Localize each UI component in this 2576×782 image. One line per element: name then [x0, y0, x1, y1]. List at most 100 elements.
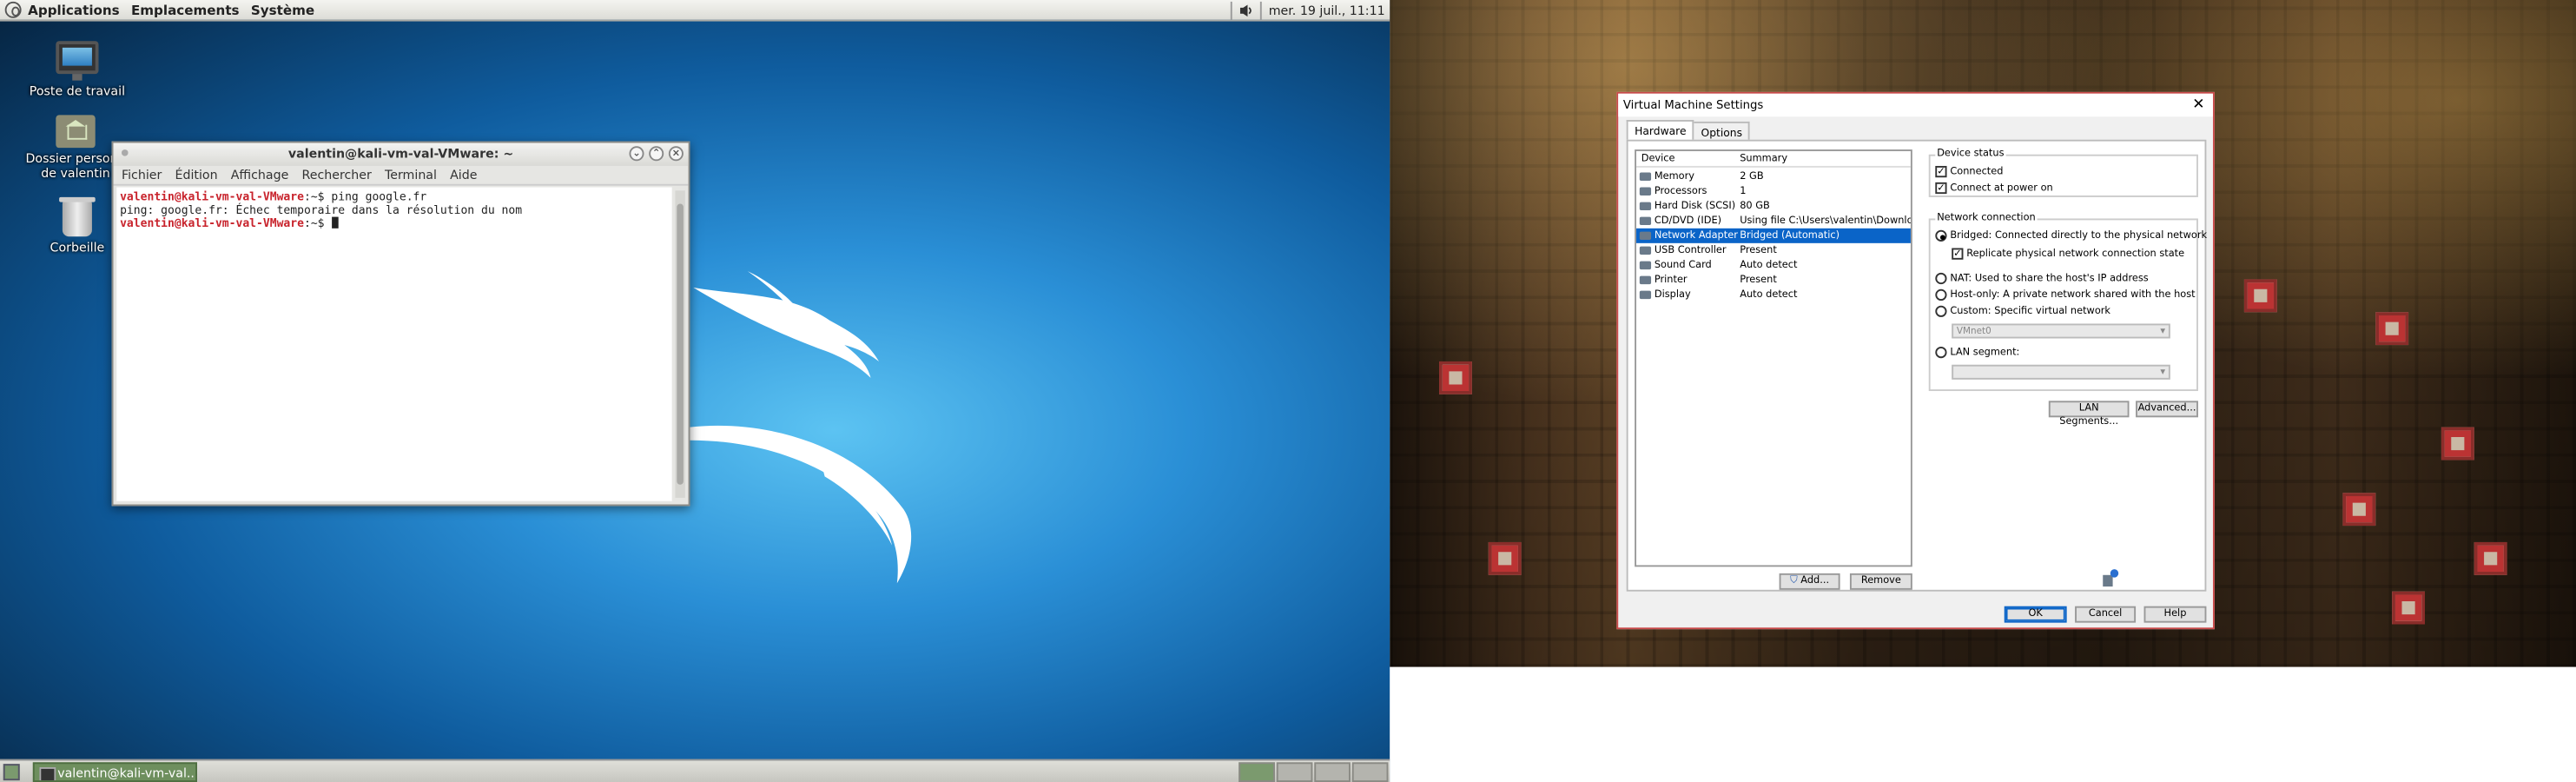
kali-logo-icon[interactable] [4, 1, 22, 18]
device-row-sound-card[interactable]: Sound Card Auto detect [1636, 258, 1911, 273]
bridged-radio[interactable]: Bridged: Connected directly to the physi… [1935, 229, 2207, 242]
workspace-3[interactable] [1314, 762, 1351, 782]
connected-checkbox[interactable]: ✓ Connected [1935, 165, 2004, 178]
nat-radio[interactable]: NAT: Used to share the host's IP address [1935, 272, 2149, 285]
radio-label: Custom: Specific virtual network [1950, 305, 2111, 317]
menu-terminal[interactable]: Terminal [385, 168, 437, 182]
radio-label: Host-only: A private network shared with… [1950, 288, 2196, 302]
add-button-label: Add... [1800, 574, 1830, 587]
desktop-icon-label: Poste de travail [29, 83, 126, 99]
checkbox-label: Connect at power on [1950, 182, 2053, 195]
terminal-cursor [331, 216, 338, 229]
window-menu-icon[interactable] [121, 149, 129, 156]
vmnet-select[interactable]: VMnet0 [1952, 323, 2170, 339]
cancel-button[interactable]: Cancel [2075, 606, 2137, 623]
menu-edit[interactable]: Édition [175, 168, 217, 182]
replicate-state-checkbox[interactable]: ✓ Replicate physical network connection s… [1952, 248, 2184, 260]
terminal-prompt: valentin@kali-vm-val-VMware [120, 216, 304, 230]
remove-device-button[interactable]: Remove [1849, 573, 1912, 590]
radio-indicator [1935, 229, 1947, 242]
vmnet-value: VMnet0 [1956, 327, 1991, 337]
minimize-button[interactable]: ⌄ [629, 146, 644, 162]
group-legend: Device status [1935, 148, 2006, 160]
device-list-header: Device Summary [1636, 151, 1911, 168]
advanced-button[interactable]: Advanced... [2136, 401, 2198, 418]
lan-segment-radio[interactable]: LAN segment: [1935, 346, 2020, 359]
device-list[interactable]: Device Summary Memory 2 GB Processors 1 Ha… [1635, 149, 1912, 567]
display-icon [1639, 290, 1652, 300]
volume-icon[interactable] [1239, 3, 1254, 18]
terminal-line: valentin@kali-vm-val-VMware:~$ ping goog… [120, 190, 669, 203]
device-row-display[interactable]: Display Auto detect [1636, 288, 1911, 302]
device-row-network-adapter[interactable]: Network Adapter Bridged (Automatic) [1636, 228, 1911, 243]
vm-settings-dialog[interactable]: Virtual Machine Settings ✕ Hardware Opti… [1616, 91, 2215, 630]
dialog-titlebar[interactable]: Virtual Machine Settings ✕ [1618, 93, 2213, 117]
connect-power-on-checkbox[interactable]: ✓ Connect at power on [1935, 182, 2053, 195]
wallpaper-block [2375, 312, 2409, 346]
device-column-header[interactable]: Device [1636, 151, 1740, 166]
top-panel: Applications Emplacements Système mer. 1… [0, 0, 1390, 22]
device-row-hard-disk[interactable]: Hard Disk (SCSI) 80 GB [1636, 199, 1911, 214]
device-summary: Present [1740, 274, 1777, 286]
workspace-1[interactable] [1238, 762, 1275, 782]
device-summary: Auto detect [1740, 259, 1798, 271]
dialog-close-button[interactable]: ✕ [2192, 94, 2204, 116]
network-status-icon [2103, 569, 2119, 587]
workspace-4[interactable] [1351, 762, 1389, 782]
terminal-command [325, 217, 332, 230]
desktop-icon-computer[interactable]: Poste de travail [18, 41, 136, 98]
terminal-window[interactable]: valentin@kali-vm-val-VMware: ~ ⌄ ⌃ × Fic… [111, 141, 690, 507]
workspace-2[interactable] [1276, 762, 1313, 782]
device-summary: Bridged (Automatic) [1740, 229, 1840, 242]
terminal-titlebar[interactable]: valentin@kali-vm-val-VMware: ~ ⌄ ⌃ × [113, 142, 689, 166]
device-row-printer[interactable]: Printer Present [1636, 273, 1911, 288]
ok-button[interactable]: OK [2004, 606, 2067, 623]
panel-separator [1231, 1, 1233, 20]
device-row-processors[interactable]: Processors 1 [1636, 184, 1911, 199]
radio-label: LAN segment: [1950, 346, 2020, 359]
terminal-scrollbar[interactable] [675, 190, 685, 498]
maximize-button[interactable]: ⌃ [649, 146, 664, 162]
device-row-cd-dvd[interactable]: CD/DVD (IDE) Using file C:\Users\valentin… [1636, 214, 1911, 229]
processor-icon [1639, 187, 1652, 196]
device-row-usb-controller[interactable]: USB Controller Present [1636, 243, 1911, 258]
menu-search[interactable]: Rechercher [301, 168, 371, 182]
memory-icon [1639, 172, 1652, 181]
cd-icon [1639, 216, 1652, 226]
hardware-panel: Device Summary Memory 2 GB Processors 1 Ha… [1626, 139, 2207, 592]
menu-places[interactable]: Emplacements [131, 3, 240, 17]
device-summary: 2 GB [1740, 170, 1764, 182]
taskbar-label: valentin@kali-vm-val... [57, 765, 197, 781]
device-summary: 1 [1740, 185, 1747, 197]
summary-column-header[interactable]: Summary [1740, 151, 1911, 166]
help-button[interactable]: Help [2143, 606, 2207, 623]
device-name: Sound Card [1654, 259, 1712, 271]
menu-applications[interactable]: Applications [28, 3, 120, 17]
menu-view[interactable]: Affichage [231, 168, 289, 182]
custom-radio[interactable]: Custom: Specific virtual network [1935, 305, 2111, 317]
clock[interactable]: mer. 19 juil., 11:11 [1269, 3, 1385, 18]
add-device-button[interactable]: ⛉ Add... [1779, 573, 1840, 590]
menu-file[interactable]: Fichier [122, 168, 162, 182]
lan-segment-select[interactable] [1952, 364, 2170, 380]
wallpaper-block [2342, 493, 2376, 527]
terminal-output[interactable]: valentin@kali-vm-val-VMware:~$ ping goog… [116, 187, 672, 501]
checkbox-label: Connected [1950, 165, 2004, 178]
network-icon [1639, 231, 1652, 241]
dialog-title: Virtual Machine Settings [1622, 98, 1764, 112]
device-summary: 80 GB [1740, 200, 1770, 212]
scrollbar-thumb[interactable] [677, 203, 684, 485]
bottom-panel: valentin@kali-vm-val... [0, 759, 1390, 782]
menu-system[interactable]: Système [251, 3, 314, 17]
device-name: Processors [1654, 185, 1707, 197]
show-desktop-icon[interactable] [3, 764, 20, 781]
device-row-memory[interactable]: Memory 2 GB [1636, 169, 1911, 184]
kali-dragon-logo [690, 270, 912, 584]
close-button[interactable]: × [668, 146, 684, 162]
hostonly-radio[interactable]: Host-only: A private network shared with… [1935, 288, 2196, 302]
trash-icon [59, 196, 96, 237]
device-name: Hard Disk (SCSI) [1654, 200, 1736, 212]
menu-help[interactable]: Aide [450, 168, 477, 182]
lan-segments-button[interactable]: LAN Segments... [2048, 401, 2130, 427]
taskbar-terminal-button[interactable]: valentin@kali-vm-val... [32, 762, 197, 782]
